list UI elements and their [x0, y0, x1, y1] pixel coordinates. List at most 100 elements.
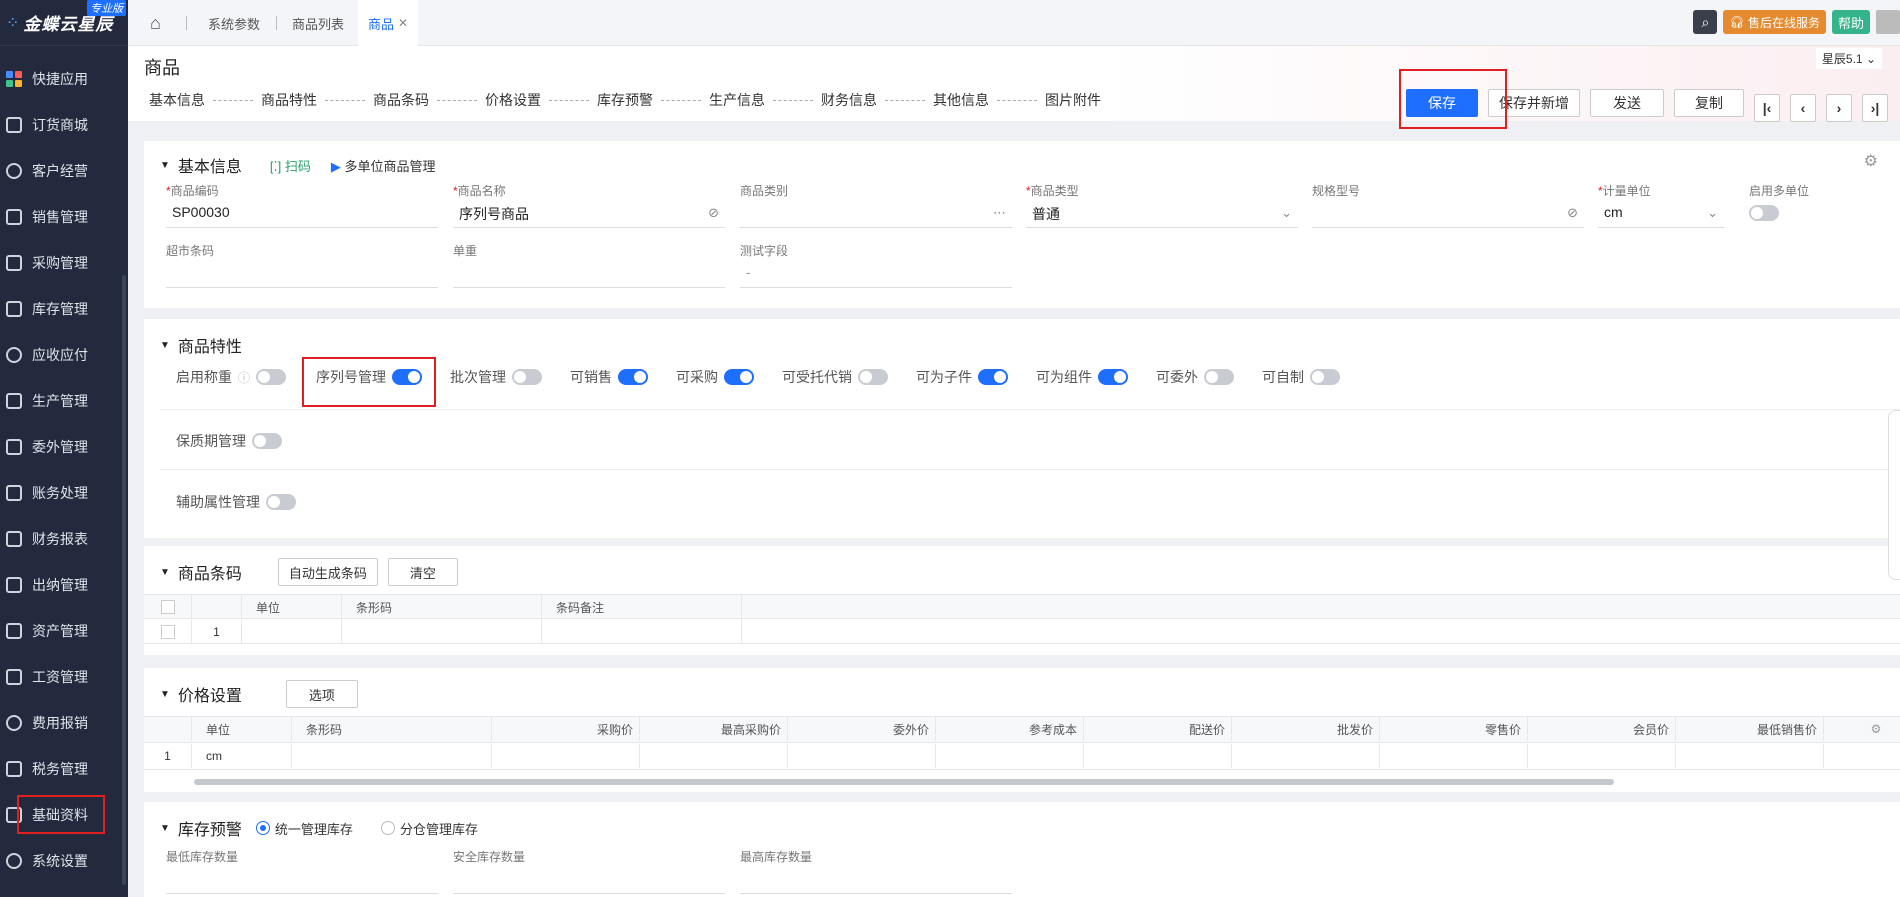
barcode-cell[interactable]: [292, 744, 492, 768]
price-cell[interactable]: [1232, 744, 1380, 768]
sidebar-item-production[interactable]: 生产管理: [0, 378, 128, 424]
sidebar-item-receivable[interactable]: 应收应付: [0, 332, 128, 378]
table-row[interactable]: 1: [144, 620, 1900, 644]
section-title[interactable]: ▼ 商品条码 自动生成条码 清空: [160, 558, 458, 586]
select-all-checkbox[interactable]: [144, 595, 192, 619]
outsource-toggle[interactable]: [1204, 369, 1234, 385]
table-row[interactable]: 1 cm: [144, 744, 1900, 770]
price-cell[interactable]: [1528, 744, 1676, 768]
type-select[interactable]: 普通 ⌄: [1026, 200, 1298, 228]
sidebar-item-customer[interactable]: 客户经营: [0, 148, 128, 194]
sidebar-item-accounting[interactable]: 账务处理: [0, 470, 128, 516]
clear-button[interactable]: 清空: [387, 558, 458, 586]
selfmade-toggle[interactable]: [1310, 369, 1340, 385]
section-title[interactable]: ▼ 基本信息 [⁚] 扫码 ▶ 多单位商品管理: [160, 153, 436, 177]
auto-barcode-button[interactable]: 自动生成条码: [277, 558, 378, 586]
anchor-production[interactable]: 生产信息: [709, 90, 765, 110]
code-field[interactable]: *商品编码 SP00030: [166, 182, 438, 228]
sidebar-item-outsource[interactable]: 委外管理: [0, 424, 128, 470]
first-record-icon[interactable]: |‹: [1754, 94, 1780, 122]
name-input[interactable]: 序列号商品 ⊘: [453, 200, 725, 228]
anchor-other[interactable]: 其他信息: [933, 90, 989, 110]
horizontal-scrollbar[interactable]: [194, 779, 1614, 785]
row-checkbox[interactable]: [144, 620, 192, 644]
home-icon[interactable]: ⌂: [150, 0, 161, 46]
service-button[interactable]: 🎧︎ 售后在线服务: [1723, 10, 1826, 34]
sidebar-item-purchase[interactable]: 采购管理: [0, 240, 128, 286]
sidebar-item-settings[interactable]: 系统设置: [0, 838, 128, 884]
copy-button[interactable]: 复制: [1674, 89, 1744, 117]
category-input[interactable]: ⋯: [740, 200, 1012, 228]
send-button[interactable]: 发送: [1590, 89, 1664, 117]
sidebar-item-payroll[interactable]: 工资管理: [0, 654, 128, 700]
anchor-stock[interactable]: 库存预警: [597, 90, 653, 110]
component-toggle[interactable]: [1098, 369, 1128, 385]
unit-field[interactable]: *计量单位 cm ⌄: [1598, 182, 1724, 228]
section-title[interactable]: ▼ 商品特性: [160, 333, 242, 357]
anchor-price[interactable]: 价格设置: [485, 90, 541, 110]
sidebar-scrollbar[interactable]: [122, 275, 126, 885]
sidebar-item-inventory[interactable]: 库存管理: [0, 286, 128, 332]
barcode-field[interactable]: 超市条码: [166, 242, 438, 288]
sidebar-item-expense[interactable]: 费用报销: [0, 700, 128, 746]
code-input[interactable]: SP00030: [166, 200, 438, 228]
spec-input[interactable]: ⊘: [1312, 200, 1584, 228]
help-icon[interactable]: ⓘ: [238, 369, 250, 386]
next-record-icon[interactable]: ›: [1826, 94, 1852, 122]
multi-unit-toggle[interactable]: [1749, 205, 1779, 222]
close-icon[interactable]: ✕: [398, 16, 408, 30]
spec-field[interactable]: 规格型号 ⊘: [1312, 182, 1584, 228]
tab-product-list[interactable]: 商品列表: [284, 0, 352, 46]
version-selector[interactable]: 星辰5.1 ⌄: [1815, 48, 1882, 69]
translate-icon[interactable]: ⊘: [708, 205, 719, 221]
sidebar-item-order-mall[interactable]: 订货商城: [0, 102, 128, 148]
last-record-icon[interactable]: ›|: [1862, 94, 1888, 122]
price-cell[interactable]: [492, 744, 640, 768]
anchor-attachments[interactable]: 图片附件: [1045, 90, 1101, 110]
scan-button[interactable]: [⁚] 扫码: [270, 156, 311, 175]
price-cell[interactable]: [640, 744, 788, 768]
weighing-toggle[interactable]: [256, 369, 287, 385]
prev-record-icon[interactable]: ‹: [1790, 94, 1816, 122]
multi-unit-link[interactable]: ▶ 多单位商品管理: [331, 156, 436, 175]
help-button[interactable]: 帮助: [1831, 10, 1870, 34]
anchor-basic[interactable]: 基本信息: [149, 90, 205, 110]
price-cell[interactable]: [1380, 744, 1528, 768]
unit-select[interactable]: cm ⌄: [1598, 200, 1724, 228]
safe-stock-input[interactable]: [453, 866, 725, 894]
side-panel-handle[interactable]: [1888, 410, 1900, 580]
min-stock-field[interactable]: 最低库存数量: [166, 848, 438, 894]
subpart-toggle[interactable]: [978, 369, 1008, 385]
sidebar-item-assets[interactable]: 资产管理: [0, 608, 128, 654]
more-icon[interactable]: ⋯: [993, 205, 1006, 221]
price-cell[interactable]: [936, 744, 1084, 768]
unit-cell[interactable]: cm: [192, 744, 292, 768]
batch-toggle[interactable]: [512, 369, 542, 385]
weight-field[interactable]: 单重: [453, 242, 725, 288]
search-icon[interactable]: ⌕: [1693, 10, 1718, 34]
shelf-life-toggle[interactable]: [252, 433, 282, 449]
settings-icon[interactable]: ⚙: [1856, 717, 1896, 741]
category-field[interactable]: 商品类别 ⋯: [740, 182, 1012, 228]
weight-input[interactable]: [453, 260, 725, 288]
test-field[interactable]: 测试字段 -: [740, 242, 1012, 288]
max-stock-field[interactable]: 最高库存数量: [740, 848, 1012, 894]
note-cell[interactable]: [542, 620, 742, 644]
test-input[interactable]: -: [740, 260, 1012, 288]
aux-attr-toggle[interactable]: [266, 494, 296, 510]
unit-cell[interactable]: [242, 620, 342, 644]
tab-system-params[interactable]: 系统参数: [204, 0, 264, 46]
anchor-barcode[interactable]: 商品条码: [373, 90, 429, 110]
anchor-props[interactable]: 商品特性: [261, 90, 317, 110]
sidebar-item-tax[interactable]: 税务管理: [0, 746, 128, 792]
sidebar-item-reports[interactable]: 财务报表: [0, 516, 128, 562]
type-field[interactable]: *商品类型 普通 ⌄: [1026, 182, 1298, 228]
avatar[interactable]: [1876, 10, 1900, 34]
consignment-toggle[interactable]: [858, 369, 888, 385]
safe-stock-field[interactable]: 安全库存数量: [453, 848, 725, 894]
price-cell[interactable]: [788, 744, 936, 768]
sidebar-item-quick-apps[interactable]: 快捷应用: [0, 56, 128, 102]
settings-icon[interactable]: ⚙: [1864, 151, 1878, 171]
name-field[interactable]: *商品名称 序列号商品 ⊘: [453, 182, 725, 228]
tab-product[interactable]: 商品 ✕: [358, 0, 419, 46]
